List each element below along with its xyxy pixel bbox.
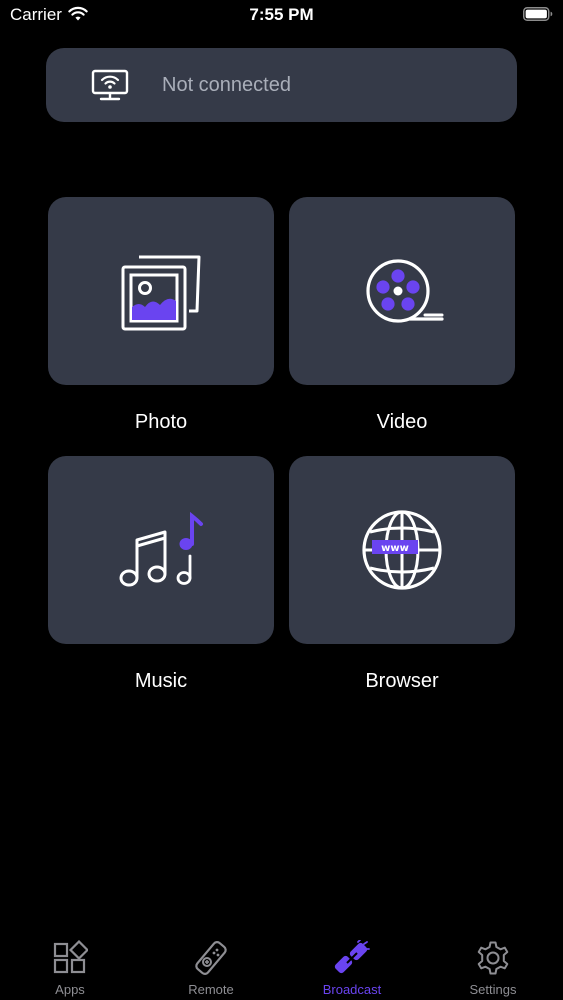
connection-bar[interactable]: Not connected — [46, 48, 517, 122]
battery-icon — [523, 7, 553, 21]
clock: 7:55 PM — [249, 5, 314, 24]
tile-photo[interactable] — [48, 197, 274, 385]
tile-photo-label: Photo — [134, 411, 188, 433]
photo-icon — [121, 255, 201, 331]
tab-broadcast-label: Broadcast — [322, 982, 382, 997]
tile-music[interactable] — [48, 456, 274, 644]
tile-browser[interactable]: www — [289, 456, 515, 644]
globe-www-icon: www — [362, 510, 442, 590]
tab-broadcast[interactable]: Broadcast — [282, 930, 422, 1000]
connection-status: Not connected — [162, 74, 291, 96]
tab-apps[interactable]: Apps — [0, 930, 140, 1000]
status-bar: Carrier 7:55 PM — [0, 0, 563, 30]
tab-bar: Apps Remote Broadcast Settings — [0, 930, 563, 1000]
tab-settings-label: Settings — [469, 982, 517, 997]
tab-remote-label: Remote — [188, 982, 234, 997]
film-reel-icon — [366, 259, 444, 323]
cast-tv-icon — [91, 69, 129, 101]
tile-music-label: Music — [134, 670, 188, 692]
music-notes-icon — [119, 511, 203, 587]
gear-icon — [477, 941, 509, 975]
remote-icon — [195, 941, 227, 975]
tile-video[interactable] — [289, 197, 515, 385]
svg-text:www: www — [381, 543, 409, 554]
broadcast-icon — [334, 940, 370, 974]
apps-grid-icon — [53, 940, 88, 974]
tab-remote[interactable]: Remote — [141, 930, 281, 1000]
tile-browser-label: Browser — [365, 670, 439, 692]
tab-settings[interactable]: Settings — [423, 930, 563, 1000]
tab-apps-label: Apps — [55, 982, 85, 997]
tile-video-label: Video — [376, 411, 428, 433]
